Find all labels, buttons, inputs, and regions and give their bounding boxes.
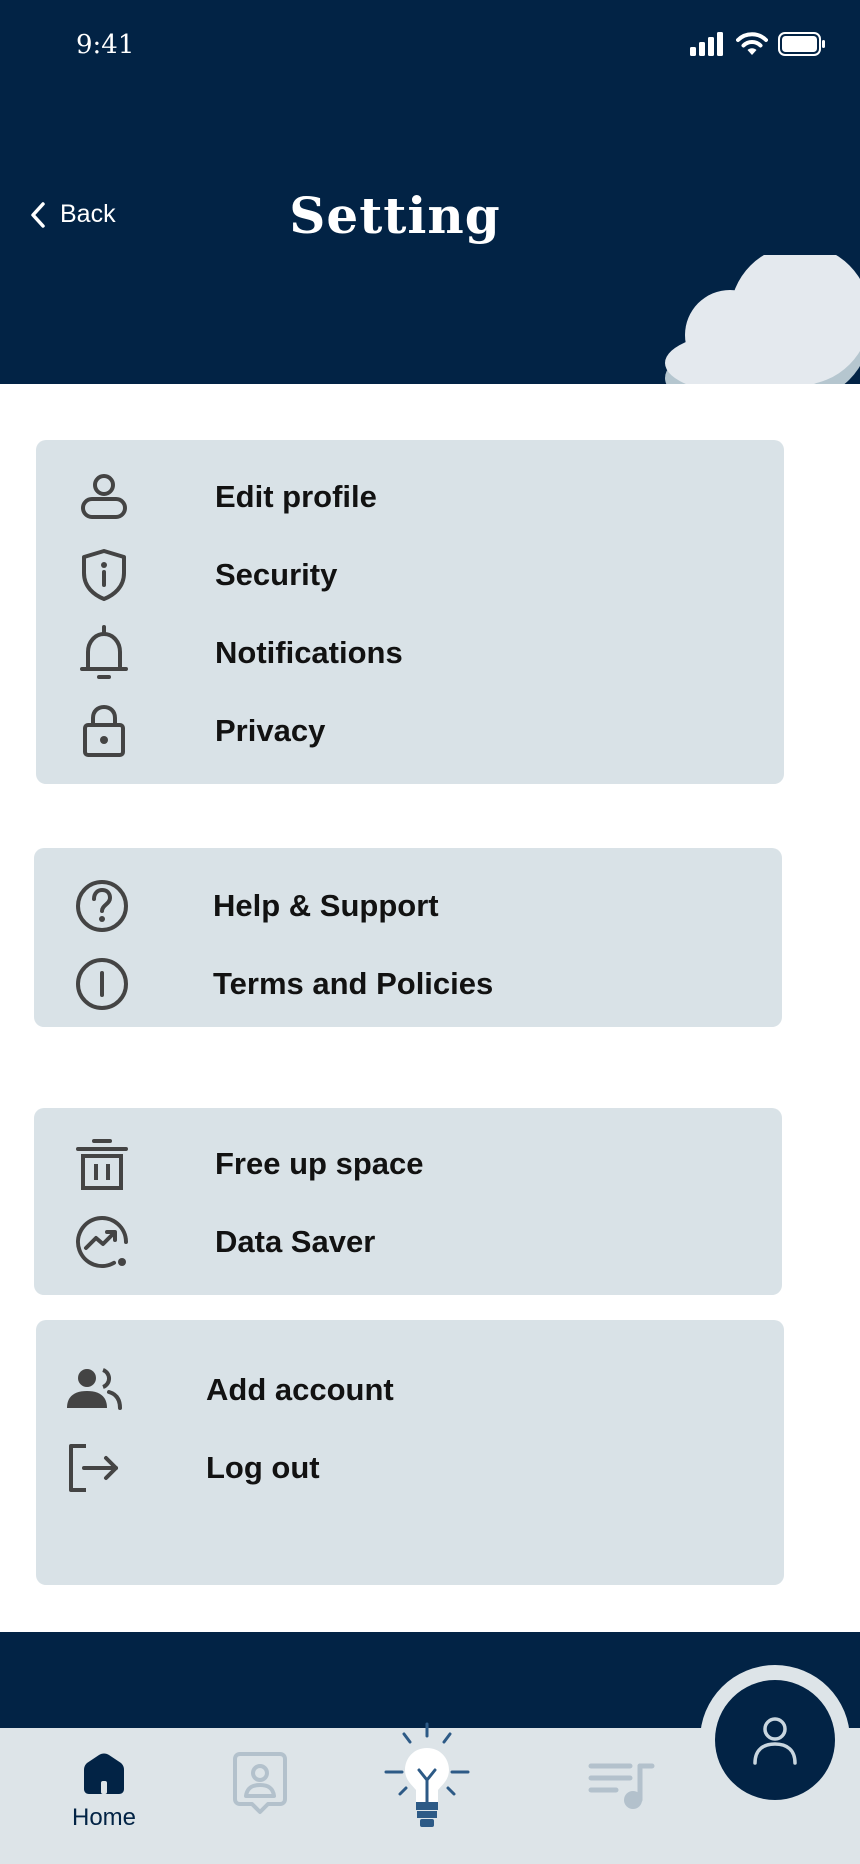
notifications-label: Notifications — [215, 635, 403, 670]
help-support-label: Help & Support — [213, 888, 439, 923]
help-support-row[interactable]: Help & Support — [34, 876, 782, 936]
data-saver-label: Data Saver — [215, 1224, 376, 1259]
edit-profile-row[interactable]: Edit profile — [36, 467, 784, 527]
settings-card-session: Add account Log out — [36, 1320, 784, 1585]
header: 9:41 Back Setting — [0, 0, 860, 384]
person-icon — [753, 1717, 797, 1765]
status-icons — [690, 32, 826, 56]
security-row[interactable]: Security — [36, 545, 784, 605]
settings-card-storage: Free up space Data Saver — [34, 1108, 782, 1295]
wifi-icon — [736, 32, 768, 55]
add-account-row[interactable]: Add account — [36, 1360, 784, 1420]
playlist-icon — [588, 1763, 655, 1809]
security-label: Security — [215, 557, 338, 592]
tab-home-label: Home — [71, 1804, 137, 1831]
data-saver-icon — [72, 1212, 132, 1272]
settings-card-account: Edit profile Security Notifications Priv… — [36, 440, 784, 784]
data-saver-row[interactable]: Data Saver — [34, 1212, 782, 1272]
add-account-label: Add account — [206, 1372, 394, 1407]
shield-icon — [74, 545, 134, 605]
person-icon — [74, 467, 134, 527]
people-icon — [64, 1360, 124, 1420]
contact-card-icon — [233, 1752, 287, 1814]
privacy-row[interactable]: Privacy — [36, 701, 784, 761]
tab-contacts[interactable] — [232, 1750, 288, 1816]
privacy-label: Privacy — [215, 713, 326, 748]
lock-icon — [74, 701, 134, 761]
terms-policies-label: Terms and Policies — [213, 966, 494, 1001]
edit-profile-label: Edit profile — [215, 479, 377, 514]
status-time: 9:41 — [76, 30, 135, 60]
lightbulb-icon — [384, 1722, 470, 1827]
profile-button[interactable] — [715, 1680, 835, 1800]
signal-icon — [690, 32, 723, 56]
help-icon — [72, 876, 132, 936]
battery-icon — [778, 32, 825, 56]
logout-icon — [64, 1438, 124, 1498]
log-out-label: Log out — [206, 1450, 320, 1485]
log-out-row[interactable]: Log out — [36, 1438, 784, 1498]
free-up-space-row[interactable]: Free up space — [34, 1134, 782, 1194]
notifications-row[interactable]: Notifications — [36, 623, 784, 683]
settings-card-support: Help & Support Terms and Policies — [34, 848, 782, 1027]
terms-policies-row[interactable]: Terms and Policies — [34, 954, 782, 1014]
trash-icon — [72, 1134, 132, 1194]
tab-playlist[interactable] — [588, 1760, 656, 1812]
bell-icon — [74, 623, 134, 683]
info-icon — [72, 954, 132, 1014]
free-up-space-label: Free up space — [215, 1146, 424, 1181]
home-icon — [84, 1753, 124, 1794]
tab-ideas[interactable] — [382, 1722, 472, 1834]
tab-home[interactable]: Home — [62, 1752, 146, 1832]
page-title: Setting — [289, 186, 501, 245]
cloud-decoration — [665, 255, 860, 384]
